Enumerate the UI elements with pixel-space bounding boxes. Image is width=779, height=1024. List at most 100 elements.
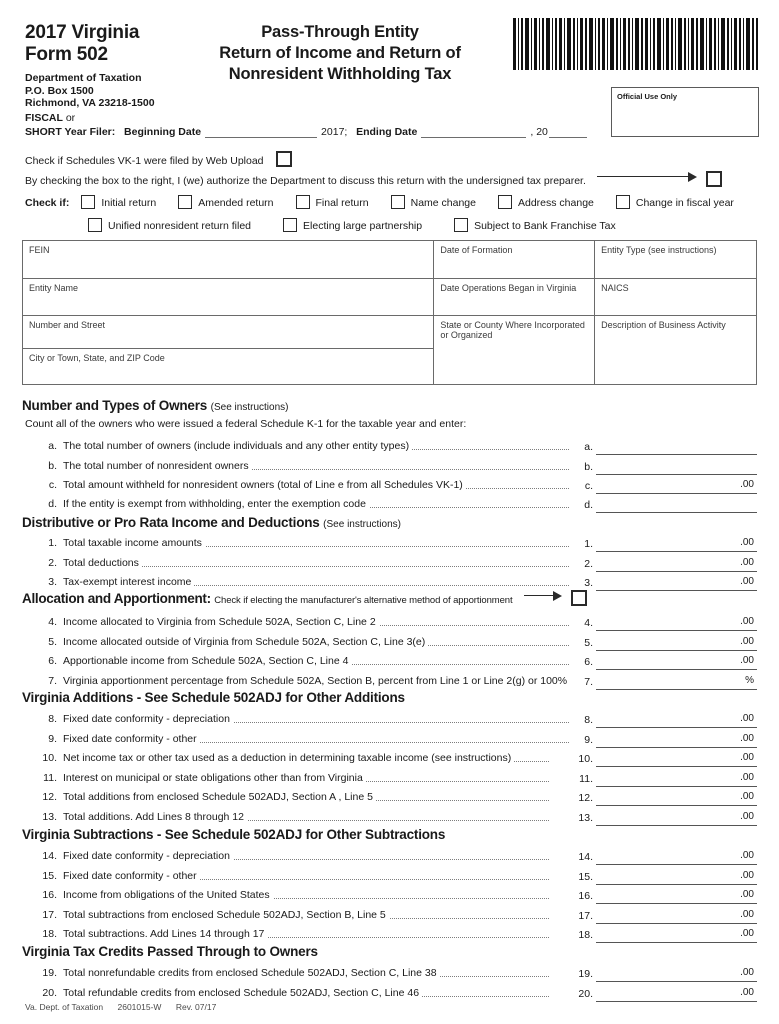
checkbox-electing-large-partnership[interactable]: Electing large partnership xyxy=(283,218,422,232)
change-in-fiscal-year-checkbox[interactable] xyxy=(615,195,630,209)
amount-2-input[interactable]: .00 xyxy=(596,556,757,572)
arrow-right-icon xyxy=(523,591,562,601)
amount-10-input[interactable]: .00 xyxy=(596,751,757,767)
check-if-label: Check if: xyxy=(25,197,70,209)
unified-nonresident-return-checkbox[interactable] xyxy=(88,218,102,232)
number-and-street-cell[interactable]: Number and Street xyxy=(21,314,435,349)
footer-revision: Rev. 07/17 xyxy=(175,1002,217,1012)
entity-name-cell[interactable]: Entity Name xyxy=(21,278,435,316)
date-of-formation-cell[interactable]: Date of Formation xyxy=(433,239,596,280)
fiscal-label: FISCAL xyxy=(25,112,63,124)
checkbox-final-return[interactable]: Final return xyxy=(295,195,369,209)
checkbox-change-in-fiscal-year[interactable]: Change in fiscal year xyxy=(615,195,734,209)
checkbox-unified-nonresident-return[interactable]: Unified nonresident return filed xyxy=(88,218,251,232)
naics-cell[interactable]: NAICS xyxy=(594,278,757,316)
amount-13-suffix: .00 xyxy=(740,811,754,822)
line-c-label: Total amount withheld for nonresident ow… xyxy=(63,479,466,491)
manufacturer-apportionment-checkbox[interactable] xyxy=(571,590,588,606)
description-of-business-activity-cell[interactable]: Description of Business Activity xyxy=(594,314,757,386)
department-po-box: P.O. Box 1500 xyxy=(25,84,94,97)
amount-20-input[interactable]: .00 xyxy=(596,986,757,1002)
initial-return-checkbox[interactable] xyxy=(81,195,96,209)
line-6-label: Apportionable income from Schedule 502A,… xyxy=(63,655,352,667)
amount-14-number: 14. xyxy=(578,851,593,863)
amount-18-input[interactable]: .00 xyxy=(596,927,757,943)
amount-b-input[interactable] xyxy=(596,459,757,475)
line-3-number: 3. xyxy=(48,576,57,588)
city-state-zip-cell[interactable]: City or Town, State, and ZIP Code xyxy=(21,347,435,386)
amount-9-number: 9. xyxy=(584,734,593,746)
line-b-number: b. xyxy=(48,460,57,472)
amount-a-input[interactable] xyxy=(596,439,757,455)
checkbox-amended-return[interactable]: Amended return xyxy=(178,195,274,209)
amount-4-input[interactable]: .00 xyxy=(596,615,757,631)
amount-5-number: 5. xyxy=(584,637,593,649)
ending-year-input[interactable] xyxy=(548,127,587,138)
footer-agency: Va. Dept. of Taxation xyxy=(25,1002,104,1012)
authorize-preparer-checkbox[interactable] xyxy=(705,171,722,187)
amount-field-14: 14. .00 xyxy=(565,848,757,865)
amount-5-input[interactable]: .00 xyxy=(596,635,757,651)
amount-19-input[interactable]: .00 xyxy=(596,966,757,982)
line-3-label: Tax-exempt interest income xyxy=(63,576,195,588)
amount-field-10: 10. .00 xyxy=(565,750,757,767)
checkbox-bank-franchise-tax[interactable]: Subject to Bank Franchise Tax xyxy=(454,218,616,232)
line-7-label: Virginia apportionment percentage from S… xyxy=(63,675,571,687)
amount-1-number: 1. xyxy=(584,538,593,550)
line-12-label: Total additions from enclosed Schedule 5… xyxy=(63,791,376,803)
web-upload-checkbox[interactable] xyxy=(276,151,293,167)
amount-1-suffix: .00 xyxy=(740,537,754,548)
checkbox-address-change[interactable]: Address change xyxy=(497,195,594,209)
date-operations-began-cell[interactable]: Date Operations Began in Virginia xyxy=(433,278,596,316)
line-16-number: 16. xyxy=(42,889,57,901)
line-17-label: Total subtractions from enclosed Schedul… xyxy=(63,909,389,921)
state-or-county-cell[interactable]: State or County Where Incorporated or Or… xyxy=(433,314,596,386)
amount-9-input[interactable]: .00 xyxy=(596,732,757,748)
bank-franchise-tax-checkbox[interactable] xyxy=(454,218,469,232)
final-return-checkbox[interactable] xyxy=(295,195,310,209)
amount-field-1: 1. .00 xyxy=(571,535,757,552)
electing-large-partnership-checkbox[interactable] xyxy=(283,218,298,232)
amount-6-number: 6. xyxy=(584,656,593,668)
amount-7-input[interactable]: % xyxy=(596,674,757,690)
amended-return-label: Amended return xyxy=(198,197,274,209)
initial-return-label: Initial return xyxy=(101,197,157,209)
line-a-label: The total number of owners (include indi… xyxy=(63,440,413,452)
amount-13-input[interactable]: .00 xyxy=(596,810,757,826)
amount-10-number: 10. xyxy=(578,753,593,765)
checkbox-name-change[interactable]: Name change xyxy=(390,195,476,209)
name-change-checkbox[interactable] xyxy=(390,195,405,209)
amount-6-input[interactable]: .00 xyxy=(596,654,757,670)
form-title-block: Pass-Through Entity Return of Income and… xyxy=(175,22,505,85)
fein-cell[interactable]: FEIN xyxy=(21,239,435,280)
beginning-date-input[interactable] xyxy=(205,127,318,138)
ending-date-input[interactable] xyxy=(421,127,527,138)
amount-11-input[interactable]: .00 xyxy=(596,771,757,787)
entity-information-table: FEIN Date of Formation Entity Type (see … xyxy=(21,239,757,386)
amount-field-2: 2. .00 xyxy=(571,555,757,572)
amount-field-18: 18. .00 xyxy=(565,926,757,943)
amount-d-input[interactable] xyxy=(596,497,757,513)
authorize-preparer-row: By checking the box to the right, I (we)… xyxy=(25,171,755,187)
checkbox-initial-return[interactable]: Initial return xyxy=(81,195,156,209)
line-20-number: 20. xyxy=(42,987,57,999)
amount-16-input[interactable]: .00 xyxy=(596,888,757,904)
amount-7-number: 7. xyxy=(584,676,593,688)
entity-type-cell[interactable]: Entity Type (see instructions) xyxy=(594,239,757,280)
amount-17-input[interactable]: .00 xyxy=(596,908,757,924)
amount-8-input[interactable]: .00 xyxy=(596,712,757,728)
amount-15-input[interactable]: .00 xyxy=(596,869,757,885)
amount-12-input[interactable]: .00 xyxy=(596,790,757,806)
amount-3-input[interactable]: .00 xyxy=(596,575,757,591)
amount-1-input[interactable]: .00 xyxy=(596,536,757,552)
line-19-label: Total nonrefundable credits from enclose… xyxy=(63,967,440,979)
check-if-row-2: Unified nonresident return filed Electing… xyxy=(88,218,616,232)
amount-9-suffix: .00 xyxy=(740,733,754,744)
amount-14-input[interactable]: .00 xyxy=(596,849,757,865)
amount-c-input[interactable]: .00 xyxy=(596,478,757,494)
address-change-checkbox[interactable] xyxy=(497,195,512,209)
amended-return-checkbox[interactable] xyxy=(178,195,193,209)
amount-15-suffix: .00 xyxy=(740,870,754,881)
amount-10-suffix: .00 xyxy=(740,752,754,763)
amount-field-16: 16. .00 xyxy=(565,887,757,904)
